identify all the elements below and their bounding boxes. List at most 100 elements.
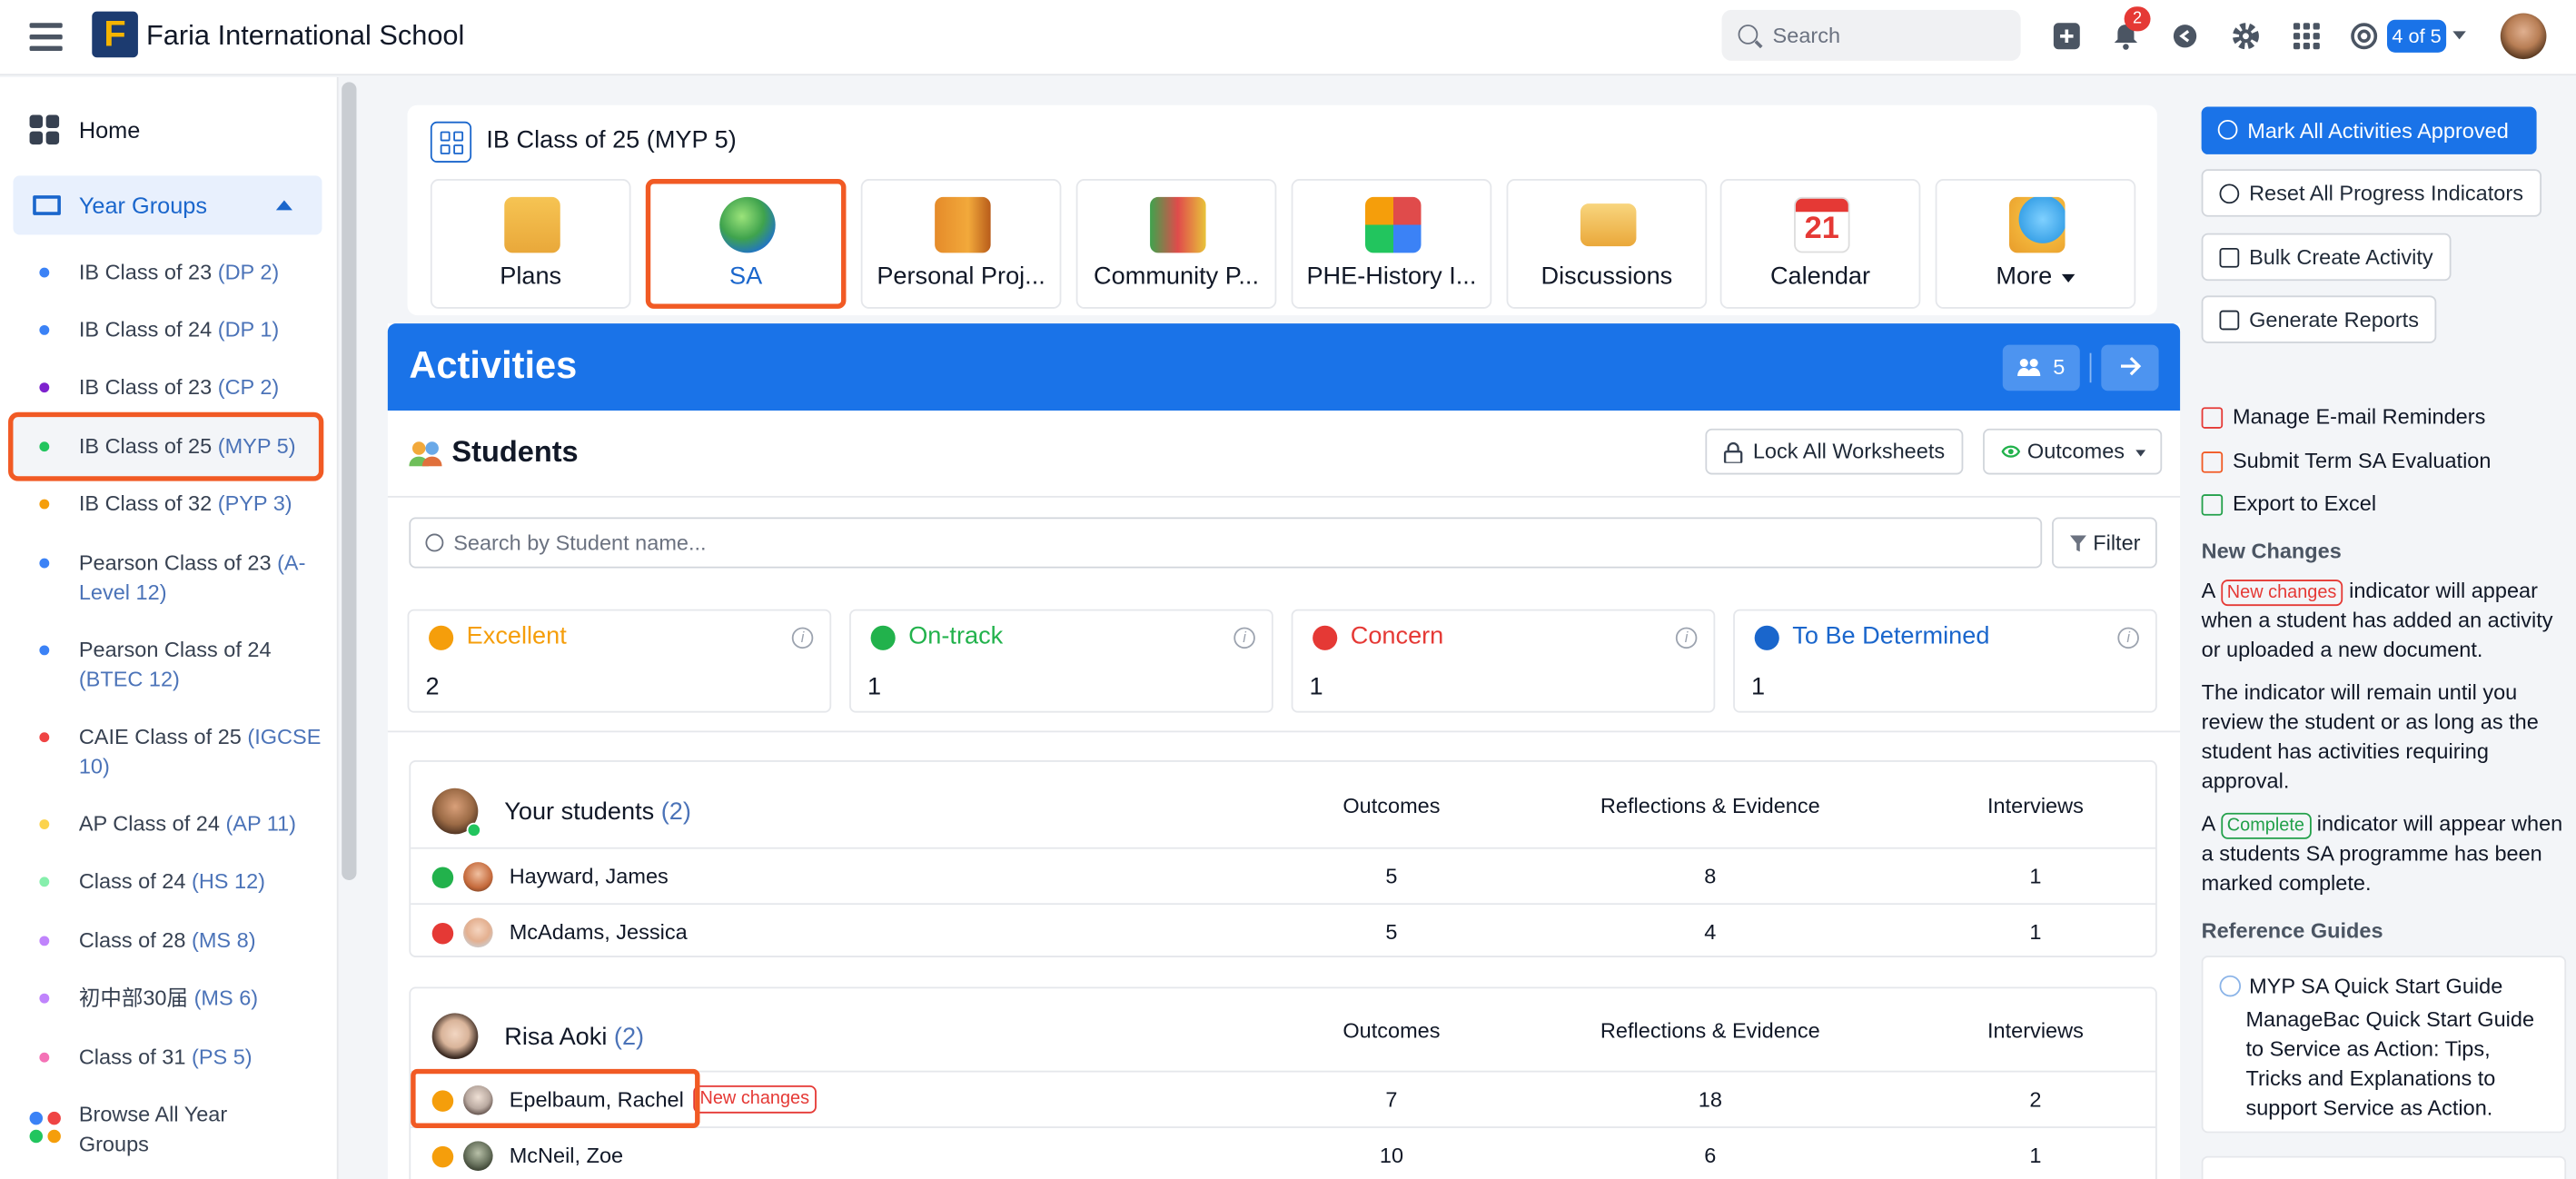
sidebar-item-year-groups[interactable]: Year Groups	[13, 175, 322, 235]
sidebar-item-year-group[interactable]: Class of 24 (HS 12)	[39, 867, 325, 897]
status-icon	[1313, 625, 1338, 650]
bulk-label: Bulk Create Activity	[2249, 244, 2433, 270]
sidebar-scrollbar[interactable]	[342, 82, 357, 880]
sidebar-item-year-group[interactable]: IB Class of 23 (DP 2)	[39, 258, 325, 288]
chat-icon[interactable]	[2170, 22, 2200, 52]
support-icon[interactable]	[2349, 22, 2379, 52]
info-icon[interactable]: i	[1675, 627, 1698, 649]
link-label: Export to Excel	[2232, 490, 2377, 516]
eye-icon	[2001, 445, 2021, 458]
guide-card[interactable]	[2201, 1155, 2567, 1179]
reflections-value: 18	[1698, 1086, 1722, 1112]
table-row[interactable]: McNeil, Zoe 10 6 1	[411, 1126, 2155, 1179]
stat-card[interactable]: On-track i 1	[849, 609, 1273, 713]
calendar-icon: 21	[1794, 196, 1850, 253]
puzzle-icon	[1365, 196, 1422, 253]
divider	[2089, 352, 2092, 383]
stat-card[interactable]: Concern i 1	[1291, 609, 1716, 713]
add-icon[interactable]	[2052, 22, 2082, 52]
tile-discussions[interactable]: Discussions	[1506, 179, 1708, 309]
reset-progress-button[interactable]: Reset All Progress Indicators	[2201, 169, 2541, 217]
reflections-value: 6	[1704, 1143, 1717, 1168]
browse-all-year-groups-link[interactable]: Browse All Year Groups	[79, 1100, 260, 1159]
submit-term-evaluation-link[interactable]: Submit Term SA Evaluation	[2201, 449, 2491, 473]
sidebar-item-year-group[interactable]: Class of 28 (MS 8)	[39, 926, 325, 956]
next-arrow-button[interactable]	[2101, 344, 2159, 391]
interviews-value: 2	[2029, 1086, 2042, 1112]
menu-icon[interactable]	[29, 23, 63, 51]
excellent-status-icon	[431, 1145, 454, 1168]
class-title: IB Class of 25 (MYP 5)	[486, 126, 737, 154]
tile-more[interactable]: More	[1935, 179, 2136, 309]
info-icon[interactable]: i	[791, 627, 814, 649]
table-row[interactable]: Hayward, James 5 8 1	[411, 847, 2155, 903]
group-name: Risa Aoki	[504, 1023, 608, 1051]
lock-all-worksheets-button[interactable]: Lock All Worksheets	[1705, 428, 1964, 475]
outcomes-label: Outcomes	[2026, 438, 2125, 463]
sidebar-item-home[interactable]: Home	[29, 114, 140, 145]
table-row[interactable]: McAdams, Jessica 5 4 1	[411, 903, 2155, 958]
students-count-button[interactable]: 5	[2002, 344, 2080, 391]
school-logo[interactable]: F	[92, 11, 138, 58]
pager-button[interactable]: 4 of 5	[2387, 19, 2447, 53]
online-indicator	[466, 822, 481, 837]
tile-label: PHE-History I...	[1306, 263, 1477, 291]
students-icon	[409, 440, 442, 467]
stat-value: 2	[425, 673, 440, 701]
tile-plans[interactable]: Plans	[430, 179, 631, 309]
global-search-input[interactable]: Search	[1721, 9, 2021, 61]
year-group-dot-icon	[39, 819, 50, 829]
bulk-create-button[interactable]: Bulk Create Activity	[2201, 233, 2452, 282]
outcomes-dropdown[interactable]: Outcomes	[1983, 428, 2163, 475]
student-name[interactable]: McNeil, Zoe	[510, 1143, 623, 1167]
guide-title[interactable]: MYP SA Quick Start Guide	[2249, 974, 2502, 998]
filter-button[interactable]: Filter	[2052, 517, 2157, 569]
sidebar-item-year-group[interactable]: Pearson Class of 24 (BTEC 12)	[39, 636, 325, 695]
stat-card[interactable]: Excellent i 2	[407, 609, 832, 713]
tile-calendar[interactable]: 21 Calendar	[1719, 179, 1921, 309]
tile-sa[interactable]: SA	[645, 179, 847, 309]
sidebar-item-year-group[interactable]: IB Class of 23 (CP 2)	[39, 372, 325, 402]
info-icon[interactable]: i	[1234, 627, 1255, 649]
interviews-value: 1	[2029, 863, 2042, 889]
export-excel-link[interactable]: Export to Excel	[2201, 490, 2377, 516]
sidebar-item-year-group[interactable]: CAIE Class of 25 (IGCSE 10)	[39, 722, 325, 781]
student-name[interactable]: Hayward, James	[510, 864, 669, 888]
info-icon[interactable]: i	[2117, 627, 2139, 649]
year-group-dot-icon	[39, 441, 50, 452]
outcomes-value: 5	[1385, 919, 1398, 945]
group-count: (2)	[660, 798, 691, 827]
users-icon	[2017, 359, 2041, 376]
column-reflections: Reflections & Evidence	[1600, 1017, 1820, 1043]
sidebar-item-year-group[interactable]: Pearson Class of 23 (A-Level 12)	[39, 549, 325, 608]
student-search-input[interactable]: Search by Student name...	[409, 517, 2043, 569]
sidebar-item-year-group[interactable]: IB Class of 32 (PYP 3)	[39, 490, 325, 520]
year-group-name: Class of 24	[78, 868, 192, 894]
reset-label: Reset All Progress Indicators	[2249, 180, 2523, 205]
year-group-name: Pearson Class of 24	[78, 637, 272, 662]
chevron-down-icon[interactable]	[2452, 31, 2466, 40]
tile-personal-project[interactable]: Personal Proj...	[860, 179, 1062, 309]
guide-description: ManageBac Quick Start Guide to Service a…	[2245, 1006, 2535, 1120]
filter-label: Filter	[2093, 530, 2141, 556]
generate-reports-button[interactable]: Generate Reports	[2201, 295, 2437, 343]
student-name[interactable]: McAdams, Jessica	[510, 919, 688, 944]
apps-grid-icon[interactable]	[2292, 22, 2322, 52]
stat-card[interactable]: To Be Determined i 1	[1733, 609, 2157, 713]
manage-email-reminders-link[interactable]: Manage E-mail Reminders	[2201, 404, 2485, 429]
sidebar-item-year-group[interactable]: IB Class of 24 (DP 1)	[39, 315, 325, 345]
school-name[interactable]: Faria International School	[146, 20, 464, 53]
guide-card[interactable]: MYP SA Quick Start Guide ManageBac Quick…	[2201, 956, 2567, 1134]
concern-status-icon	[431, 922, 454, 945]
tile-phe-history[interactable]: PHE-History I...	[1291, 179, 1492, 309]
year-group-dot-icon	[39, 499, 50, 510]
mark-all-approved-button[interactable]: Mark All Activities Approved	[2201, 106, 2537, 154]
interviews-value: 1	[2029, 919, 2042, 945]
settings-icon[interactable]	[2231, 22, 2261, 52]
sidebar-item-year-group[interactable]: Class of 31 (PS 5)	[39, 1043, 325, 1073]
sidebar-item-year-group[interactable]: AP Class of 24 (AP 11)	[39, 809, 325, 839]
user-avatar[interactable]	[2500, 13, 2547, 60]
sidebar-item-year-group[interactable]: IB Class of 25 (MYP 5)	[39, 431, 325, 461]
sidebar-item-year-group[interactable]: 初中部30届 (MS 6)	[39, 984, 325, 1014]
tile-community-project[interactable]: Community P...	[1075, 179, 1277, 309]
